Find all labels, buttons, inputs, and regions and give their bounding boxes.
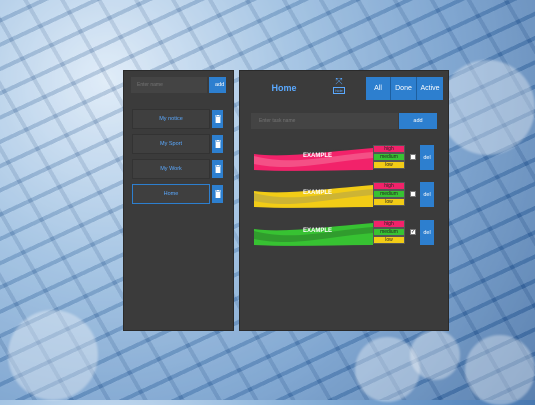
trash-icon — [214, 115, 221, 123]
bokeh-light — [440, 60, 535, 155]
priority-high[interactable]: high — [373, 182, 405, 190]
priority-label: high — [384, 146, 394, 152]
priority-medium[interactable]: medium — [373, 190, 405, 198]
filter-active-button[interactable]: Active — [417, 77, 443, 100]
delete-list-button[interactable] — [212, 160, 223, 178]
priority-label: medium — [380, 154, 398, 160]
delete-task-button[interactable]: del — [420, 145, 434, 170]
filter-all-button[interactable]: All — [366, 77, 391, 100]
list-name-input[interactable] — [131, 77, 207, 93]
filter-label: All — [374, 85, 382, 92]
bokeh-light — [8, 310, 98, 400]
filter-label: Done — [395, 85, 412, 92]
task-row: EXAMPLE high medium low ✓ del — [254, 220, 440, 246]
priority-medium[interactable]: medium — [373, 228, 405, 236]
page-title: Home — [271, 83, 297, 93]
bokeh-light — [465, 335, 535, 405]
list-item-label: My notice — [159, 116, 183, 122]
delete-list-button[interactable] — [212, 135, 223, 153]
priority-low[interactable]: low — [373, 236, 405, 244]
delete-task-button[interactable]: del — [420, 220, 434, 245]
priority-high[interactable]: high — [373, 145, 405, 153]
priority-label: high — [384, 221, 394, 227]
task-checkbox[interactable] — [410, 154, 416, 160]
priority-low[interactable]: low — [373, 198, 405, 206]
list-item-my-sport[interactable]: My Sport — [132, 134, 210, 154]
delete-label: del — [423, 191, 431, 198]
task-banner-green — [254, 223, 373, 246]
task-row: EXAMPLE high medium low del — [254, 145, 440, 172]
filter-done-button[interactable]: Done — [391, 77, 417, 100]
delete-task-button[interactable]: del — [420, 182, 434, 207]
list-item-label: My Sport — [159, 141, 182, 147]
hide-label: hide — [333, 87, 345, 94]
task-name: EXAMPLE — [303, 228, 333, 234]
task-row: EXAMPLE high medium low del — [254, 182, 440, 208]
trash-icon — [214, 190, 221, 198]
priority-high[interactable]: high — [373, 220, 405, 228]
list-item-my-work[interactable]: My Work — [132, 159, 210, 179]
task-banner-yellow — [254, 185, 373, 208]
trash-icon — [214, 140, 221, 148]
trash-icon — [214, 165, 221, 173]
delete-label: del — [423, 229, 431, 236]
priority-medium[interactable]: medium — [373, 153, 405, 161]
list-item-label: My Work — [160, 166, 182, 172]
priority-label: low — [385, 162, 393, 168]
tasks-panel: Home ⤧ hide All Done Active add EXAMPLE … — [239, 70, 449, 331]
delete-list-button[interactable] — [212, 185, 223, 203]
bokeh-light — [410, 330, 460, 380]
task-checkbox[interactable] — [410, 191, 416, 197]
list-item-my-notice[interactable]: My notice — [132, 109, 210, 129]
priority-low[interactable]: low — [373, 161, 405, 169]
task-name-input[interactable] — [251, 113, 398, 129]
delete-label: del — [423, 154, 431, 161]
task-name: EXAMPLE — [303, 190, 333, 196]
list-item-home[interactable]: Home — [132, 184, 210, 204]
add-task-button[interactable]: add — [399, 113, 437, 129]
task-name: EXAMPLE — [303, 153, 333, 159]
task-checkbox[interactable]: ✓ — [410, 229, 416, 235]
filter-label: Active — [420, 85, 440, 92]
priority-label: medium — [380, 191, 398, 197]
add-list-button[interactable]: add — [209, 77, 226, 93]
list-item-label: Home — [163, 191, 179, 197]
priority-label: low — [385, 199, 393, 205]
priority-label: low — [385, 237, 393, 243]
priority-label: high — [384, 183, 394, 189]
task-banner-pink — [254, 148, 373, 172]
lists-panel: add My notice My Sport My Work Home — [123, 70, 234, 331]
crossed-arrows-icon: ⤧ — [335, 76, 343, 86]
priority-label: medium — [380, 229, 398, 235]
hide-button[interactable]: ⤧ hide — [332, 77, 346, 99]
delete-list-button[interactable] — [212, 110, 223, 128]
